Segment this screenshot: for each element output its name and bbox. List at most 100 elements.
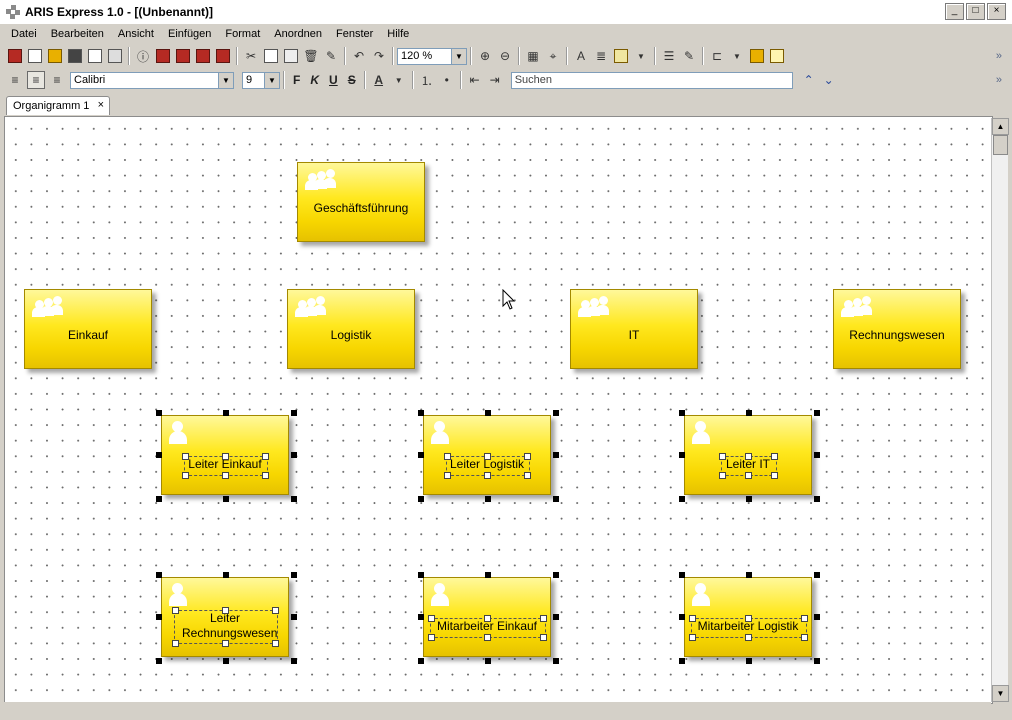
org-unit-it[interactable]: IT xyxy=(570,289,698,369)
new-icon[interactable] xyxy=(27,48,43,64)
strikethrough-button[interactable]: S xyxy=(348,73,356,87)
minimize-button[interactable]: _ xyxy=(945,3,964,20)
cut-icon[interactable]: ✂ xyxy=(243,48,259,64)
group-icon xyxy=(305,168,339,190)
snap-icon[interactable]: ⌖ xyxy=(545,48,561,64)
open-icon[interactable] xyxy=(47,48,63,64)
menu-hilfe[interactable]: Hilfe xyxy=(380,28,416,40)
person-icon xyxy=(431,583,449,607)
maximize-button[interactable]: □ xyxy=(966,3,985,20)
properties-icon[interactable]: ☰ xyxy=(661,48,677,64)
box-label: Logistik xyxy=(330,328,372,342)
indent-icon[interactable]: ⇥ xyxy=(487,72,503,88)
scroll-up-icon[interactable]: ▲ xyxy=(992,118,1009,135)
menu-einfuegen[interactable]: Einfügen xyxy=(161,28,218,40)
paragraph-icon[interactable]: ≣ xyxy=(593,48,609,64)
numbered-list-icon[interactable]: ⒈ xyxy=(419,72,435,88)
italic-button[interactable]: K xyxy=(310,73,319,87)
info-icon[interactable]: ⓘ xyxy=(135,48,151,64)
zoom-select[interactable]: 120 % ▼ xyxy=(397,47,467,65)
home-icon[interactable] xyxy=(7,48,23,64)
export-rtf-icon[interactable] xyxy=(215,48,231,64)
scroll-thumb[interactable] xyxy=(993,135,1008,155)
fill-icon[interactable] xyxy=(613,48,629,64)
print-preview-icon[interactable] xyxy=(87,48,103,64)
horizontal-scrollbar[interactable] xyxy=(4,702,991,718)
org-unit-rechnungswesen[interactable]: Rechnungswesen xyxy=(833,289,961,369)
menu-datei[interactable]: Datei xyxy=(0,28,44,40)
menu-anordnen[interactable]: Anordnen xyxy=(267,28,329,40)
export-pdf2-icon[interactable] xyxy=(195,48,211,64)
font-color-dropdown-icon[interactable]: ▼ xyxy=(391,72,407,88)
aris-app-icon xyxy=(6,5,20,19)
paste-icon[interactable] xyxy=(283,48,299,64)
save-icon[interactable] xyxy=(67,48,83,64)
menu-fenster[interactable]: Fenster xyxy=(329,28,380,40)
font-select[interactable]: Calibri ▼ xyxy=(70,71,234,89)
copy-icon[interactable] xyxy=(263,48,279,64)
delete-icon[interactable]: 🗑 xyxy=(303,48,319,64)
format-painter-icon[interactable]: ✎ xyxy=(323,48,339,64)
font-size-select[interactable]: 9 ▼ xyxy=(242,71,280,89)
bold-button[interactable]: F xyxy=(293,73,300,87)
zoom-in-icon[interactable]: ⊕ xyxy=(477,48,493,64)
font-value: Calibri xyxy=(74,74,106,86)
box-label: Rechnungswesen xyxy=(849,328,945,342)
menu-ansicht[interactable]: Ansicht xyxy=(111,28,161,40)
dropdown-icon[interactable]: ▼ xyxy=(633,48,649,64)
edit-props-icon[interactable]: ✎ xyxy=(681,48,697,64)
send-back-icon[interactable] xyxy=(769,48,785,64)
align-center-icon[interactable]: ≡ xyxy=(27,71,45,89)
font-color-icon[interactable]: A xyxy=(371,72,387,88)
export-pdf-icon[interactable] xyxy=(175,48,191,64)
position-leiter-it[interactable]: Leiter IT xyxy=(684,415,812,495)
chevron-down-icon[interactable]: ▼ xyxy=(264,72,279,88)
zoom-out-icon[interactable]: ⊖ xyxy=(497,48,513,64)
chevron-down-icon[interactable]: ▼ xyxy=(451,48,466,64)
position-leiter-einkauf[interactable]: Leiter Einkauf xyxy=(161,415,289,495)
undo-icon[interactable]: ↶ xyxy=(351,48,367,64)
menu-bearbeiten[interactable]: Bearbeiten xyxy=(44,28,111,40)
org-unit-logistik[interactable]: Logistik xyxy=(287,289,415,369)
text-style-icon[interactable]: A xyxy=(573,48,589,64)
position-leiter-logistik[interactable]: Leiter Logistik xyxy=(423,415,551,495)
grid-icon[interactable]: ▦ xyxy=(525,48,541,64)
scroll-down-icon[interactable]: ▼ xyxy=(992,685,1009,702)
align-left-icon[interactable]: ≡ xyxy=(7,72,23,88)
export-bmp-icon[interactable] xyxy=(155,48,171,64)
search-input[interactable]: Suchen xyxy=(510,71,793,89)
diagram-canvas[interactable]: Geschäftsführung Einkauf Logistik IT Rec… xyxy=(4,116,993,704)
position-mitarbeiter-einkauf[interactable]: Mitarbeiter Einkauf xyxy=(423,577,551,657)
align-right-icon[interactable]: ≡ xyxy=(49,72,65,88)
menu-format[interactable]: Format xyxy=(218,28,267,40)
bring-front-icon[interactable] xyxy=(749,48,765,64)
close-icon[interactable]: × xyxy=(98,99,104,111)
mouse-cursor-icon xyxy=(502,289,516,310)
font-size-value: 9 xyxy=(246,74,253,86)
box-label: IT xyxy=(628,328,640,342)
toolbar-overflow-icon[interactable]: » xyxy=(996,50,1002,62)
person-icon xyxy=(431,421,449,445)
toolbar-overflow-icon[interactable]: » xyxy=(996,74,1002,86)
tab-organigramm-1[interactable]: Organigramm 1 × xyxy=(6,96,110,115)
position-leiter-rechnungswesen[interactable]: Leiter Rechnungswesen xyxy=(161,577,289,657)
search-up-icon[interactable]: ⌃ xyxy=(801,72,817,88)
tab-label: Organigramm 1 xyxy=(13,100,90,112)
print-icon[interactable] xyxy=(107,48,123,64)
vertical-scrollbar[interactable]: ▲ ▼ xyxy=(991,118,1009,702)
org-unit-einkauf[interactable]: Einkauf xyxy=(24,289,152,369)
chevron-down-icon[interactable]: ▼ xyxy=(218,72,233,88)
group-icon xyxy=(841,295,875,317)
org-unit-geschaeftsfuehrung[interactable]: Geschäftsführung xyxy=(297,162,425,242)
search-down-icon[interactable]: ⌄ xyxy=(821,72,837,88)
underline-button[interactable]: U xyxy=(329,73,338,87)
position-mitarbeiter-logistik[interactable]: Mitarbeiter Logistik xyxy=(684,577,812,657)
align-icon[interactable]: ⊏ xyxy=(709,48,725,64)
bullet-list-icon[interactable]: • xyxy=(439,72,455,88)
outdent-icon[interactable]: ⇤ xyxy=(467,72,483,88)
close-button[interactable]: × xyxy=(987,3,1006,20)
align-dropdown-icon[interactable]: ▼ xyxy=(729,48,745,64)
person-icon xyxy=(692,583,710,607)
redo-icon[interactable]: ↷ xyxy=(371,48,387,64)
tab-strip: Organigramm 1 × xyxy=(0,92,1012,116)
